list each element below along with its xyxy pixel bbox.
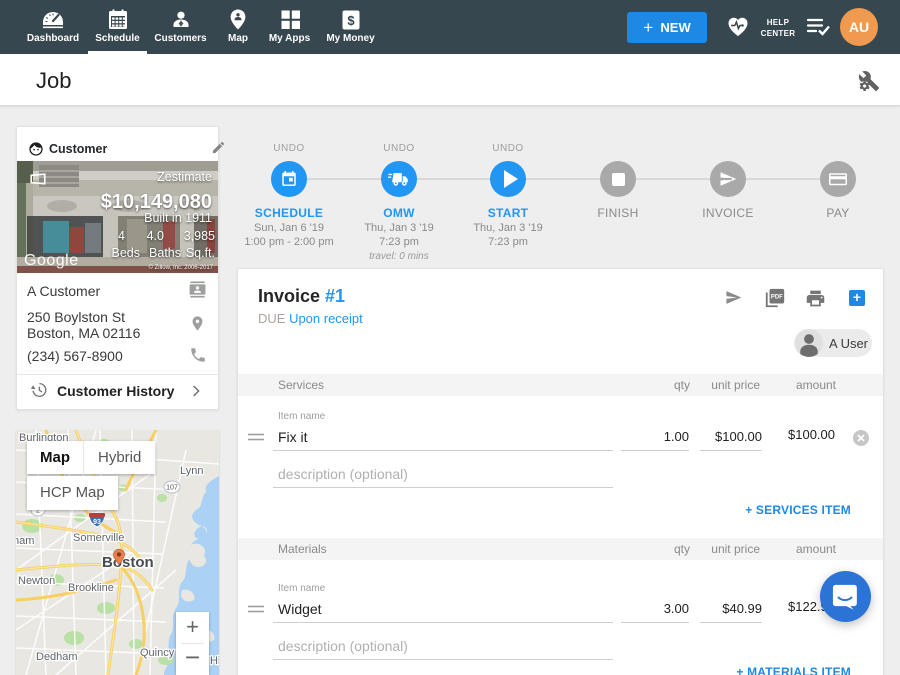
svg-text:Hi: Hi [210,655,219,667]
svg-text:Somerville: Somerville [73,532,124,544]
svg-text:Boston: Boston [102,554,154,571]
svg-text:PDF: PDF [771,295,783,301]
svg-text:93: 93 [93,519,101,526]
svg-text:Dedham: Dedham [36,651,78,663]
svg-text:Newton: Newton [18,575,55,587]
svg-text:$: $ [347,13,355,28]
svg-text:Lynn: Lynn [180,465,203,477]
svg-text:Quincy: Quincy [140,647,175,659]
svg-text:ham: ham [16,535,34,547]
svg-text:107: 107 [166,485,178,492]
svg-text:Brookline: Brookline [68,582,114,594]
